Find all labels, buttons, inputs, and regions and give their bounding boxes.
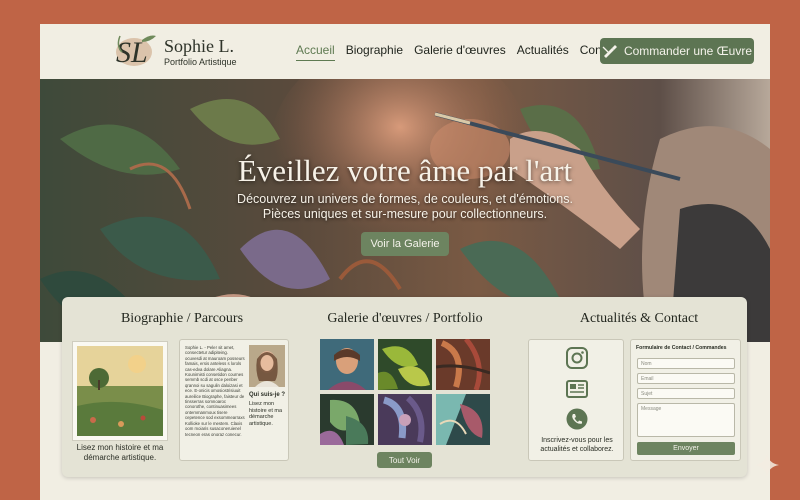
nav-galerie[interactable]: Galerie d'œuvres <box>414 43 506 61</box>
contact-title: Actualités & Contact <box>579 311 699 326</box>
biography-text: Sophie L. - Peler sit amet, consectetur … <box>185 345 245 437</box>
gallery-artwork-2[interactable] <box>378 339 432 390</box>
commission-button-label: Commander une Œuvre <box>623 44 753 58</box>
commission-button[interactable]: Commander une Œuvre <box>600 38 754 64</box>
gallery-artwork-4[interactable] <box>320 394 374 445</box>
instagram-icon[interactable] <box>565 347 589 369</box>
biography-title: Biographie / Parcours <box>120 311 244 326</box>
hero-subtitle-line-2: Pièces uniques et sur-mesure pour collec… <box>262 207 548 221</box>
phone-icon[interactable] <box>565 408 589 430</box>
newsletter-icon[interactable] <box>565 378 589 400</box>
nav-biographie[interactable]: Biographie <box>346 43 403 61</box>
gallery-artwork-3[interactable] <box>436 339 490 390</box>
gallery-artwork-1[interactable] <box>320 339 374 390</box>
nav-accueil[interactable]: Accueil <box>296 43 335 61</box>
about-answer: Lisez mon histoire et ma démarche artist… <box>249 401 283 427</box>
gallery-artwork-5[interactable] <box>378 394 432 445</box>
artist-portrait-image <box>249 345 285 387</box>
send-button[interactable]: Envoyer <box>637 442 735 455</box>
contact-form: Formulaire de Contact / Commandes Nom Em… <box>630 339 741 461</box>
paintbrush-icon <box>602 45 617 58</box>
gallery-title: Galerie d'œuvres / Portfolio <box>327 311 483 326</box>
landscape-painting-image <box>77 346 163 436</box>
see-all-button[interactable]: Tout Voir <box>377 452 432 468</box>
main-nav: Accueil Biographie Galerie d'œuvres Actu… <box>296 43 621 61</box>
nav-actualites[interactable]: Actualités <box>517 43 569 61</box>
gallery-grid <box>320 339 490 445</box>
social-note: Inscrivez-vous pour les actualités et co… <box>540 437 614 453</box>
brand-tagline: Portfolio Artistique <box>164 57 237 67</box>
brand-name: Sophie L. <box>164 36 234 56</box>
biography-card: Sophie L. - Peler sit amet, consectetur … <box>179 339 289 461</box>
hero-subtitle: Découvrez un univers de formes, de coule… <box>40 192 770 222</box>
info-panel: Biographie / Parcours Lisez mon histoire… <box>62 297 747 477</box>
name-field[interactable]: Nom <box>637 358 735 369</box>
site-header: SL Sophie L. Portfolio Artistique Accuei… <box>40 24 770 79</box>
logo-monogram[interactable]: SL <box>112 30 158 72</box>
page: SL Sophie L. Portfolio Artistique Accuei… <box>40 24 770 500</box>
about-question: Qui suis-je ? <box>249 392 286 398</box>
email-field[interactable]: Email <box>637 373 735 384</box>
sparkle-icon <box>755 453 779 477</box>
view-gallery-button[interactable]: Voir la Galerie <box>361 232 449 256</box>
hero-title: Éveillez votre âme par l'art <box>237 153 573 188</box>
contact-form-title: Formulaire de Contact / Commandes <box>636 345 727 351</box>
gallery-artwork-6[interactable] <box>436 394 490 445</box>
hero-subtitle-line-1: Découvrez un univers de formes, de coule… <box>237 192 573 206</box>
biography-painting-thumbnail[interactable] <box>72 341 168 441</box>
social-card: Inscrivez-vous pour les actualités et co… <box>528 339 624 461</box>
subject-field[interactable]: Sujet <box>637 388 735 399</box>
message-field[interactable]: Message <box>637 403 735 437</box>
biography-caption: Lisez mon histoire et ma démarche artist… <box>76 443 164 462</box>
